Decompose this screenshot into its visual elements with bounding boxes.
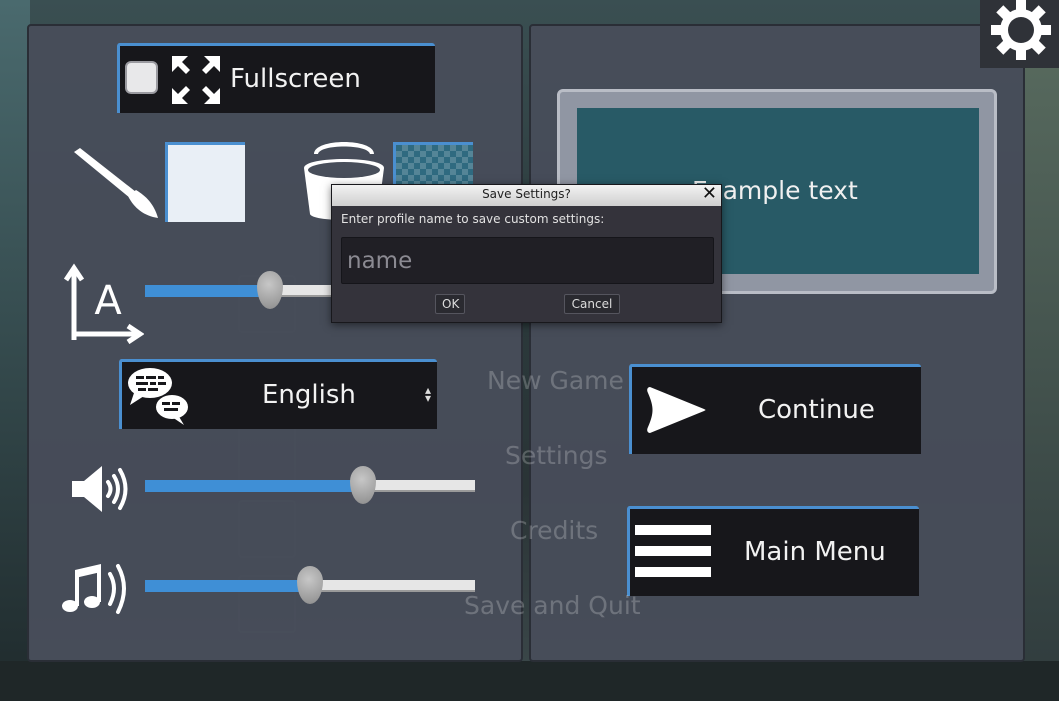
text-color-swatch[interactable] xyxy=(165,142,245,222)
ok-button[interactable]: OK xyxy=(435,294,465,314)
background-menu-item: Settings xyxy=(505,441,608,470)
main-menu-button[interactable]: Main Menu xyxy=(627,506,919,596)
background-menu-item: Save and Quit xyxy=(464,591,641,620)
music-slider[interactable] xyxy=(145,566,475,604)
settings-button[interactable] xyxy=(980,0,1059,68)
hamburger-menu-icon xyxy=(635,525,711,577)
volume-slider[interactable] xyxy=(145,466,475,504)
background-menu-item: New Game xyxy=(487,366,624,395)
speech-bubbles-icon xyxy=(128,368,188,425)
background-scene-bottom xyxy=(0,661,1059,701)
fullscreen-label: Fullscreen xyxy=(230,64,361,94)
font-size-slider-fill xyxy=(145,285,270,297)
font-size-icon: A xyxy=(63,263,144,344)
fullscreen-icon xyxy=(172,56,220,104)
play-icon xyxy=(647,387,706,433)
volume-slider-fill xyxy=(145,480,363,492)
speaker-icon xyxy=(72,466,128,512)
cancel-button[interactable]: Cancel xyxy=(564,294,620,314)
music-slider-fill xyxy=(145,580,310,592)
dialog-title: Save Settings? xyxy=(482,187,571,201)
background-menu-item: Credits xyxy=(510,516,599,545)
continue-label: Continue xyxy=(758,395,875,425)
close-icon[interactable]: ✕ xyxy=(702,183,717,204)
background-scene-right xyxy=(1023,0,1059,701)
fullscreen-checkbox[interactable] xyxy=(125,61,158,94)
chevron-up-down-icon: ▴ ▾ xyxy=(424,383,431,405)
dialog-prompt: Enter profile name to save custom settin… xyxy=(341,212,605,226)
svg-text:A: A xyxy=(94,278,122,324)
language-select[interactable]: English ▴ ▾ xyxy=(119,359,437,429)
fullscreen-toggle[interactable]: Fullscreen xyxy=(117,43,435,113)
main-menu-label: Main Menu xyxy=(744,537,886,567)
font-size-slider[interactable] xyxy=(145,271,335,309)
dialog-titlebar[interactable]: Save Settings? ✕ xyxy=(332,183,721,206)
profile-name-input[interactable] xyxy=(341,237,714,284)
save-settings-dialog: Save Settings? ✕ Enter profile name to s… xyxy=(331,183,722,323)
background-scene-left xyxy=(0,0,30,701)
language-value: English xyxy=(262,380,356,410)
brush-icon xyxy=(74,148,158,218)
music-note-icon xyxy=(62,564,126,614)
gear-icon xyxy=(991,0,1051,60)
continue-button[interactable]: Continue xyxy=(629,364,921,454)
